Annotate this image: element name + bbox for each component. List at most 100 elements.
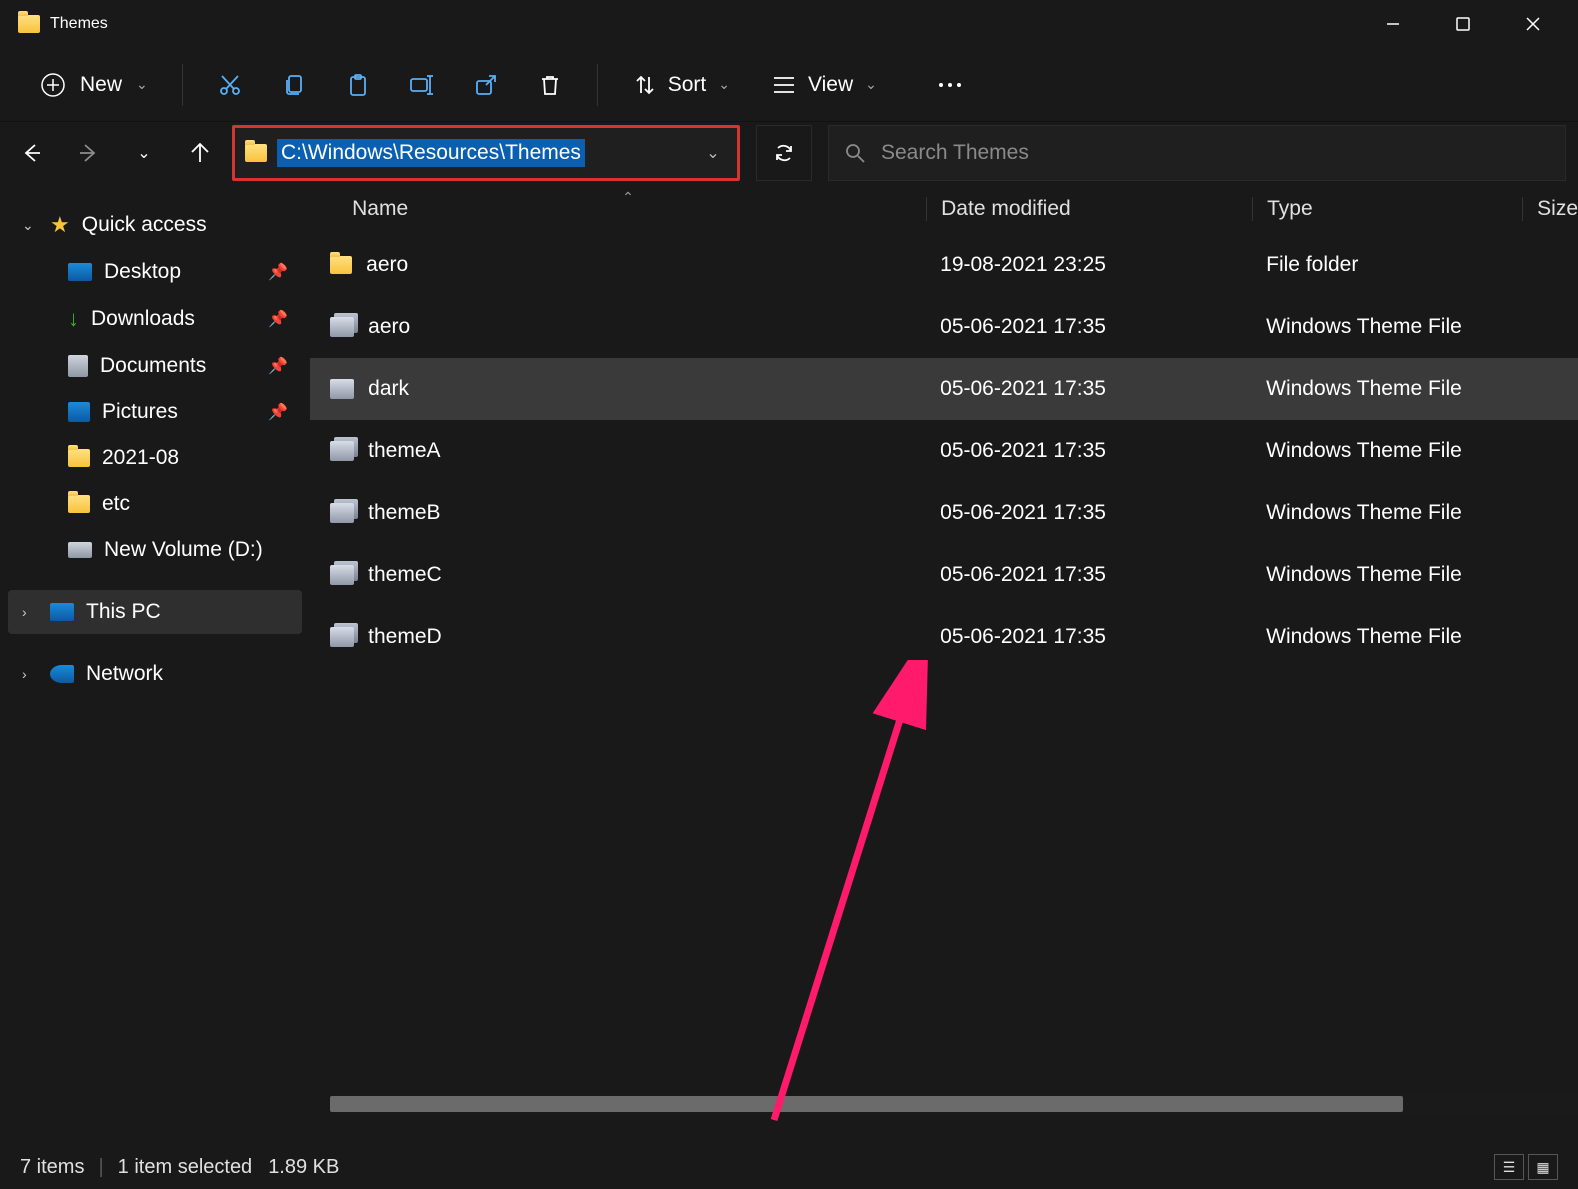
folder-icon — [18, 15, 40, 33]
table-row[interactable]: themeA05-06-2021 17:35Windows Theme File — [310, 420, 1578, 482]
file-date: 19-08-2021 23:25 — [940, 253, 1106, 276]
file-type: Windows Theme File — [1266, 377, 1462, 400]
divider — [182, 64, 183, 106]
horizontal-scrollbar[interactable] — [330, 1094, 1578, 1114]
minimize-button[interactable] — [1358, 4, 1428, 44]
pin-icon: 📌 — [268, 356, 288, 376]
monitor-icon — [50, 603, 74, 621]
file-date: 05-06-2021 17:35 — [940, 625, 1106, 648]
column-type[interactable]: Type — [1252, 197, 1522, 221]
themefile-icon — [330, 503, 354, 523]
folder-icon — [330, 256, 352, 274]
search-box[interactable] — [828, 125, 1566, 181]
sidebar-item-label: Quick access — [82, 213, 207, 237]
statusbar: 7 items | 1 item selected 1.89 KB ☰ ▦ — [0, 1145, 1578, 1189]
sidebar-network[interactable]: › Network — [8, 652, 302, 696]
share-icon[interactable] — [463, 62, 509, 108]
new-label: New — [80, 73, 122, 97]
themefile-icon — [330, 627, 354, 647]
more-icon[interactable] — [927, 62, 973, 108]
table-row[interactable]: aero05-06-2021 17:35Windows Theme File — [310, 296, 1578, 358]
sidebar-folder-etc[interactable]: etc — [8, 482, 302, 526]
pictures-icon — [68, 402, 90, 422]
table-row[interactable]: themeB05-06-2021 17:35Windows Theme File — [310, 482, 1578, 544]
annotation-arrow — [754, 660, 934, 1130]
file-name: themeD — [368, 625, 442, 649]
file-type: File folder — [1266, 253, 1358, 276]
sidebar-folder-2021-08[interactable]: 2021-08 — [8, 436, 302, 480]
sidebar-quick-access[interactable]: ⌄ ★ Quick access — [8, 202, 302, 248]
window-controls — [1358, 4, 1568, 44]
pin-icon: 📌 — [268, 402, 288, 422]
sidebar-item-label: Documents — [100, 354, 206, 378]
file-name: aero — [368, 315, 410, 339]
table-row[interactable]: dark05-06-2021 17:35Windows Theme File — [310, 358, 1578, 420]
status-size: 1.89 KB — [268, 1156, 339, 1179]
drive-icon — [68, 542, 92, 558]
status-selected: 1 item selected — [118, 1156, 253, 1179]
download-icon: ↓ — [68, 306, 79, 332]
delete-icon[interactable] — [527, 62, 573, 108]
cut-icon[interactable] — [207, 62, 253, 108]
sidebar-item-label: Pictures — [102, 400, 178, 424]
folder-icon — [68, 495, 90, 513]
chevron-down-icon: ⌄ — [865, 76, 877, 93]
sidebar-item-label: Network — [86, 662, 163, 686]
thumbnails-view-button[interactable]: ▦ — [1528, 1154, 1558, 1180]
close-button[interactable] — [1498, 4, 1568, 44]
sidebar-drive-d[interactable]: New Volume (D:) — [8, 528, 302, 572]
sidebar-this-pc[interactable]: › This PC — [8, 590, 302, 634]
file-name: aero — [366, 253, 408, 277]
sort-asc-icon: ⌃ — [622, 189, 634, 206]
rename-icon[interactable] — [399, 62, 445, 108]
sidebar-desktop[interactable]: Desktop 📌 — [8, 250, 302, 294]
sidebar-item-label: Downloads — [91, 307, 195, 331]
titlebar: Themes — [0, 0, 1578, 48]
chevron-right-icon[interactable]: › — [22, 604, 38, 620]
address-dropdown[interactable]: ⌄ — [689, 128, 737, 178]
address-path[interactable]: C:\Windows\Resources\Themes — [277, 139, 585, 167]
sort-button[interactable]: Sort ⌄ — [622, 67, 742, 103]
desktop-icon — [68, 263, 92, 281]
main: ⌄ ★ Quick access Desktop 📌 ↓ Downloads 📌… — [0, 184, 1578, 1114]
maximize-button[interactable] — [1428, 4, 1498, 44]
sort-label: Sort — [668, 73, 707, 97]
view-button[interactable]: View ⌄ — [760, 67, 889, 103]
status-items: 7 items — [20, 1156, 84, 1179]
table-row[interactable]: themeD05-06-2021 17:35Windows Theme File — [310, 606, 1578, 668]
paste-icon[interactable] — [335, 62, 381, 108]
search-input[interactable] — [881, 141, 1549, 165]
column-name[interactable]: ⌃ Name — [310, 197, 926, 221]
file-list: ⌃ Name Date modified Type Size aero 19-08… — [310, 184, 1578, 1114]
file-name: dark — [368, 377, 409, 401]
refresh-button[interactable] — [756, 125, 812, 181]
sidebar-downloads[interactable]: ↓ Downloads 📌 — [8, 296, 302, 342]
chevron-right-icon[interactable]: › — [22, 666, 38, 682]
divider — [597, 64, 598, 106]
table-row[interactable]: aero 19-08-2021 23:25 File folder — [310, 234, 1578, 296]
sidebar-pictures[interactable]: Pictures 📌 — [8, 390, 302, 434]
table-row[interactable]: themeC05-06-2021 17:35Windows Theme File — [310, 544, 1578, 606]
copy-icon[interactable] — [271, 62, 317, 108]
chevron-down-icon[interactable]: ⌄ — [22, 217, 38, 234]
details-view-button[interactable]: ☰ — [1494, 1154, 1524, 1180]
new-button[interactable]: New ⌄ — [30, 66, 158, 104]
file-date: 05-06-2021 17:35 — [940, 563, 1106, 586]
scrollbar-thumb[interactable] — [330, 1096, 1403, 1112]
themefile-icon — [330, 317, 354, 337]
file-type: Windows Theme File — [1266, 501, 1462, 524]
chevron-down-icon: ⌄ — [136, 76, 148, 93]
back-button[interactable] — [8, 129, 56, 177]
forward-button[interactable] — [64, 129, 112, 177]
sidebar-documents[interactable]: Documents 📌 — [8, 344, 302, 388]
divider: | — [98, 1156, 103, 1179]
address-bar[interactable]: C:\Windows\Resources\Themes ⌄ — [232, 125, 740, 181]
column-date[interactable]: Date modified — [926, 197, 1252, 221]
star-icon: ★ — [50, 212, 70, 238]
up-button[interactable] — [176, 129, 224, 177]
pin-icon: 📌 — [268, 262, 288, 282]
recent-dropdown[interactable]: ⌄ — [120, 129, 168, 177]
folder-icon — [245, 144, 267, 162]
file-name: themeA — [368, 439, 440, 463]
column-size[interactable]: Size — [1522, 197, 1578, 221]
